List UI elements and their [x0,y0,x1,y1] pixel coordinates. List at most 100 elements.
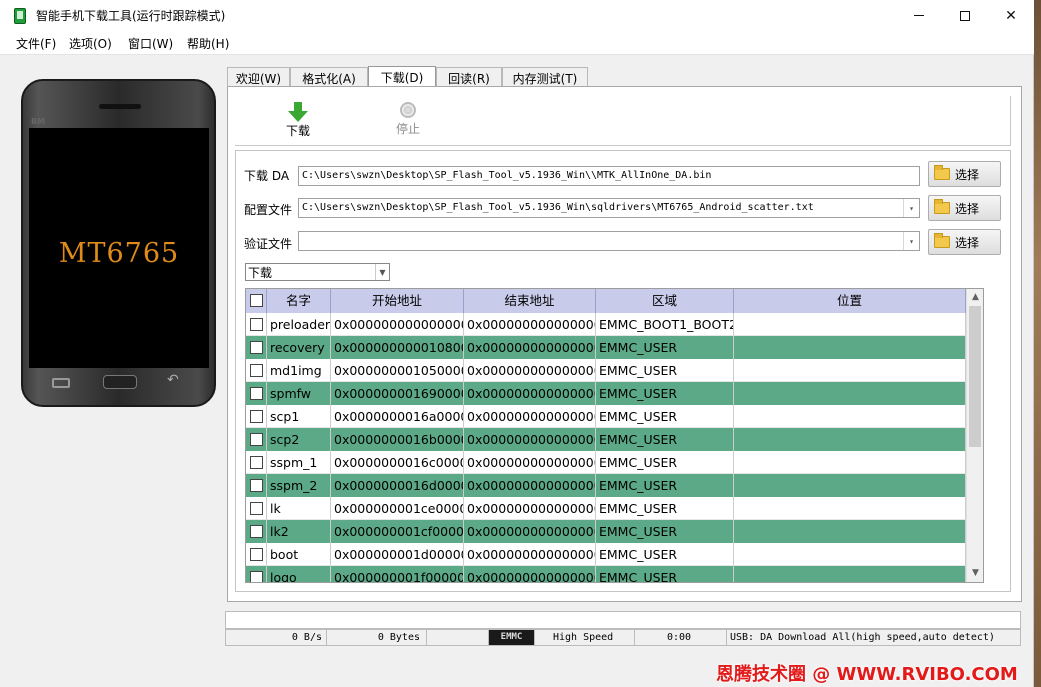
row-checkbox[interactable] [250,410,263,423]
phone-brand: BM [31,117,46,126]
cell-region: EMMC_USER [596,543,734,566]
header-start-address[interactable]: 开始地址 [331,289,464,313]
header-name[interactable]: 名字 [267,289,331,313]
menu-help[interactable]: 帮助(H) [187,35,229,52]
cell-location [734,566,966,582]
table-row[interactable]: sspm_2 0x0000000016d00000 0x00000000000000… [246,474,966,497]
row-checkbox[interactable] [250,571,263,582]
maximize-button[interactable] [942,0,988,31]
status-speed-mode: High Speed [535,630,635,645]
menu-window[interactable]: 窗口(W) [128,35,173,52]
cell-end-address: 0x0000000000000000 [464,336,596,359]
cell-region: EMMC_USER [596,382,734,405]
scatter-path-combo[interactable]: C:\Users\swzn\Desktop\SP_Flash_Tool_v5.1… [298,198,920,218]
cell-select [246,497,267,520]
choose-auth-button[interactable]: 选择 [928,229,1001,255]
auth-label: 验证文件 [244,237,293,251]
row-checkbox[interactable] [250,479,263,492]
cell-end-address: 0x0000000000000000 [464,313,596,336]
cell-select [246,428,267,451]
tab-memory-test[interactable]: 内存测试(T) [502,67,588,87]
chevron-down-icon[interactable]: ▾ [903,232,919,250]
choose-da-button[interactable]: 选择 [928,161,1001,187]
choose-scatter-button[interactable]: 选择 [928,195,1001,221]
table-row[interactable]: spmfw 0x0000000016900000 0x000000000000000… [246,382,966,405]
scroll-down-icon[interactable]: ▼ [967,565,983,582]
cell-start-address: 0x0000000016a00000 [331,405,464,428]
cell-region: EMMC_USER [596,405,734,428]
app-icon [14,8,26,24]
cell-name: spmfw [267,382,331,405]
tab-welcome[interactable]: 欢迎(W) [227,67,290,87]
main-window: 智能手机下载工具(运行时跟踪模式) ✕ 文件(F) 选项(O) 窗口(W) 帮助… [0,0,1034,687]
table-row[interactable]: preloader 0x0000000000000000 0x00000000000… [246,313,966,336]
header-location[interactable]: 位置 [734,289,966,313]
table-scrollbar[interactable]: ▲ ▼ [966,289,983,582]
cell-name: md1img [267,359,331,382]
minimize-button[interactable] [896,0,942,31]
cell-location [734,382,966,405]
choose-da-label: 选择 [955,167,980,182]
row-checkbox[interactable] [250,525,263,538]
cell-region: EMMC_USER [596,428,734,451]
download-mode-select[interactable]: 下载 ▼ [245,263,390,281]
da-path-field[interactable]: C:\Users\swzn\Desktop\SP_Flash_Tool_v5.1… [298,166,920,186]
stop-button[interactable]: 停止 [385,102,431,137]
header-region[interactable]: 区域 [596,289,734,313]
download-button[interactable]: 下载 [275,102,321,139]
tab-format[interactable]: 格式化(A) [290,67,368,87]
table-row[interactable]: scp1 0x0000000016a00000 0x0000000000000000… [246,405,966,428]
cell-region: EMMC_USER [596,566,734,582]
stop-button-label: 停止 [395,122,420,136]
table-row[interactable]: logo 0x000000001f000000 0x0000000000000000… [246,566,966,582]
cell-location [734,497,966,520]
download-tab-panel: 下载 停止 下载 DA C:\Users\swzn\Desktop\SP_Fla… [227,86,1022,602]
cell-name: boot [267,543,331,566]
row-checkbox[interactable] [250,502,263,515]
chevron-down-icon[interactable]: ▼ [375,264,389,280]
table-row[interactable]: sspm_1 0x0000000016c00000 0x00000000000000… [246,451,966,474]
cell-select [246,474,267,497]
scrollbar-thumb[interactable] [969,306,981,447]
cell-end-address: 0x0000000000000000 [464,543,596,566]
cell-start-address: 0x000000001cf00000 [331,520,464,543]
table-row[interactable]: scp2 0x0000000016b00000 0x0000000000000000… [246,428,966,451]
row-checkbox[interactable] [250,456,263,469]
chevron-down-icon[interactable]: ▾ [903,199,919,217]
cell-start-address: 0x0000000010500000 [331,359,464,382]
row-checkbox[interactable] [250,341,263,354]
tab-readback[interactable]: 回读(R) [436,67,502,87]
row-checkbox[interactable] [250,364,263,377]
select-all-checkbox[interactable] [250,294,263,307]
cell-location [734,405,966,428]
cell-end-address: 0x0000000000000000 [464,382,596,405]
cell-select [246,382,267,405]
row-checkbox[interactable] [250,387,263,400]
choose-auth-label: 选择 [955,235,980,250]
cell-region: EMMC_USER [596,520,734,543]
table-row[interactable]: md1img 0x0000000010500000 0x00000000000000… [246,359,966,382]
auth-path-combo[interactable]: ▾ [298,231,920,251]
cell-end-address: 0x0000000000000000 [464,451,596,474]
close-button[interactable]: ✕ [988,0,1034,31]
table-row[interactable]: lk2 0x000000001cf00000 0x0000000000000000 E… [246,520,966,543]
scroll-up-icon[interactable]: ▲ [967,289,983,306]
cell-end-address: 0x0000000000000000 [464,428,596,451]
tab-download[interactable]: 下载(D) [368,66,436,88]
menu-options[interactable]: 选项(O) [69,35,112,52]
header-end-address[interactable]: 结束地址 [464,289,596,313]
status-message: USB: DA Download All(high speed,auto det… [730,632,995,643]
table-row[interactable]: recovery 0x0000000000108000 0x000000000000… [246,336,966,359]
menu-file[interactable]: 文件(F) [16,35,56,52]
da-label: 下载 DA [244,169,290,183]
phone-menu-key-icon [52,378,70,388]
watermark-text: 恩腾技术圈 @ WWW.RVIBO.COM [716,664,1018,685]
row-checkbox[interactable] [250,548,263,561]
row-checkbox[interactable] [250,318,263,331]
cell-location [734,474,966,497]
cell-start-address: 0x0000000016c00000 [331,451,464,474]
table-row[interactable]: lk 0x000000001ce00000 0x0000000000000000 EM… [246,497,966,520]
status-bytes: 0 Bytes [327,630,427,645]
table-row[interactable]: boot 0x000000001d000000 0x0000000000000000… [246,543,966,566]
row-checkbox[interactable] [250,433,263,446]
